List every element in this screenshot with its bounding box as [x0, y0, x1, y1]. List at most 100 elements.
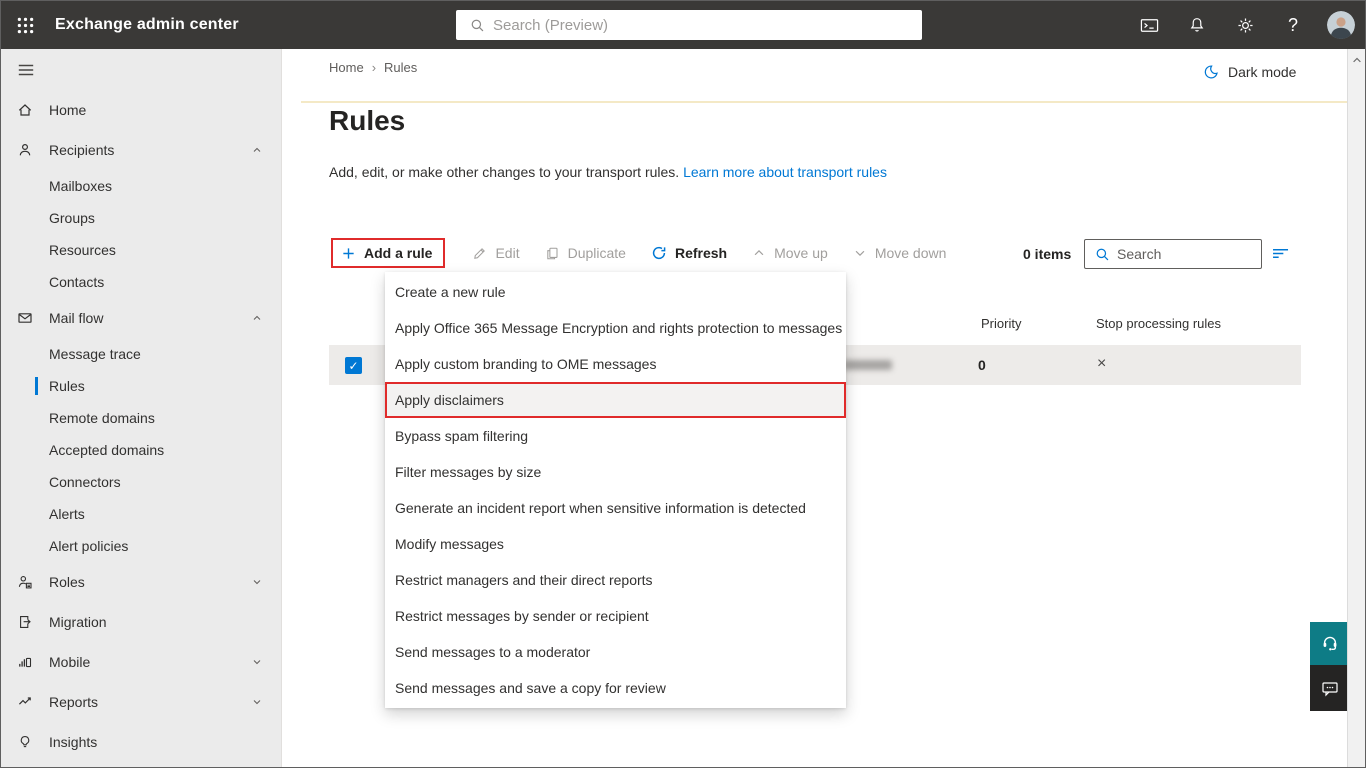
sidebar-item-contacts[interactable]: Contacts — [1, 266, 281, 298]
sidebar-item-alert-policies[interactable]: Alert policies — [1, 530, 281, 562]
page-description: Add, edit, or make other changes to your… — [329, 164, 887, 180]
rules-search-input[interactable] — [1117, 246, 1255, 262]
sidebar-item-alerts[interactable]: Alerts — [1, 498, 281, 530]
powershell-terminal-icon[interactable] — [1125, 1, 1173, 49]
app-title: Exchange admin center — [55, 16, 239, 33]
dropdown-menu-item-apply-disclaimers[interactable]: Apply disclaimers — [385, 382, 846, 418]
avatar — [1327, 11, 1355, 39]
feedback-button[interactable] — [1310, 665, 1350, 711]
dropdown-menu-item[interactable]: Modify messages — [385, 526, 846, 562]
chevron-up-icon[interactable] — [251, 312, 263, 324]
dropdown-menu-item[interactable]: Restrict managers and their direct repor… — [385, 562, 846, 598]
column-header-stop-processing: Stop processing rules — [1096, 316, 1222, 331]
move-down-button[interactable]: Move down — [853, 245, 946, 261]
sidebar-item-mail-flow[interactable]: Mail flow — [1, 298, 281, 338]
home-icon — [17, 102, 33, 118]
sidebar-item-reports[interactable]: Reports — [1, 682, 281, 722]
scrollbar-up-arrow-icon[interactable] — [1351, 54, 1363, 66]
breadcrumb: Home › Rules — [329, 60, 417, 75]
breadcrumb-separator: › — [371, 60, 377, 75]
mail-icon — [17, 310, 33, 326]
refresh-button[interactable]: Refresh — [651, 245, 727, 261]
column-header-priority: Priority — [981, 316, 1022, 331]
rules-toolbar: Add a rule Edit Duplicate Refresh Move u… — [331, 235, 946, 271]
add-rule-button[interactable]: Add a rule — [331, 238, 446, 268]
sidebar-item-mobile[interactable]: Mobile — [1, 642, 281, 682]
items-count: 0 items — [1023, 246, 1072, 262]
sidebar-item-rules[interactable]: Rules — [1, 370, 281, 402]
left-navigation: Home Recipients Mailboxes Groups Resourc… — [1, 49, 282, 767]
headset-icon — [1323, 636, 1337, 650]
copy-icon — [546, 247, 558, 259]
dropdown-menu-item[interactable]: Filter messages by size — [385, 454, 846, 490]
app-launcher-waffle-icon[interactable] — [1, 1, 49, 49]
lightbulb-icon — [17, 734, 33, 750]
sidebar-item-mailboxes[interactable]: Mailboxes — [1, 170, 281, 202]
chevron-down-icon — [855, 250, 865, 257]
top-app-bar: Exchange admin center Search (Preview) ? — [1, 1, 1365, 49]
vertical-scrollbar[interactable] — [1347, 49, 1365, 767]
dropdown-menu-item[interactable]: Create a new rule — [385, 274, 846, 310]
rules-search-box[interactable] — [1084, 239, 1262, 269]
chevron-up-icon — [754, 249, 764, 256]
chevron-down-icon[interactable] — [251, 696, 263, 708]
account-avatar[interactable] — [1317, 1, 1365, 49]
search-icon — [1096, 248, 1109, 260]
refresh-icon — [652, 246, 666, 260]
header-divider — [301, 101, 1347, 103]
feedback-chat-icon — [1322, 682, 1338, 697]
learn-more-link[interactable]: Learn more about transport rules — [683, 164, 887, 180]
sidebar-item-migration[interactable]: Migration — [1, 602, 281, 642]
exchange-admin-center-window: Exchange admin center Search (Preview) ?… — [0, 0, 1366, 768]
stop-processing-x-icon: × — [1097, 355, 1107, 372]
roles-person-badge-icon — [17, 574, 33, 590]
migration-page-arrow-icon — [17, 614, 33, 630]
chevron-down-icon[interactable] — [251, 656, 263, 668]
sidebar-item-groups[interactable]: Groups — [1, 202, 281, 234]
global-search-input[interactable] — [493, 16, 914, 34]
page-title: Rules — [329, 105, 406, 136]
sidebar-item-resources[interactable]: Resources — [1, 234, 281, 266]
search-icon — [471, 19, 484, 31]
sidebar-item-message-trace[interactable]: Message trace — [1, 338, 281, 370]
redacted-rule-name — [844, 360, 892, 370]
notifications-bell-icon[interactable] — [1173, 1, 1221, 49]
rule-priority-value: 0 — [978, 357, 986, 373]
dropdown-menu-item[interactable]: Send messages to a moderator — [385, 634, 846, 670]
pencil-icon — [474, 247, 486, 259]
dropdown-menu-item[interactable]: Apply Office 365 Message Encryption and … — [385, 310, 846, 346]
plus-icon — [343, 247, 354, 259]
sidebar-item-recipients[interactable]: Recipients — [1, 130, 281, 170]
dark-mode-toggle[interactable]: Dark mode — [1203, 64, 1296, 80]
support-button[interactable] — [1310, 622, 1350, 665]
dropdown-menu-item[interactable]: Apply custom branding to OME messages — [385, 346, 846, 382]
dropdown-menu-item[interactable]: Generate an incident report when sensiti… — [385, 490, 846, 526]
sidebar-item-roles[interactable]: Roles — [1, 562, 281, 602]
sidebar-item-remote-domains[interactable]: Remote domains — [1, 402, 281, 434]
sidebar-item-accepted-domains[interactable]: Accepted domains — [1, 434, 281, 466]
move-up-button[interactable]: Move up — [752, 245, 828, 261]
nav-collapse-hamburger-icon[interactable] — [1, 49, 281, 90]
chevron-down-icon[interactable] — [251, 576, 263, 588]
sidebar-item-home[interactable]: Home — [1, 90, 281, 130]
settings-gear-icon[interactable] — [1221, 1, 1269, 49]
reports-trend-chart-icon — [17, 694, 33, 710]
chevron-up-icon[interactable] — [251, 144, 263, 156]
topbar-actions: ? — [1125, 1, 1365, 49]
filter-lines-icon[interactable] — [1271, 246, 1291, 261]
global-search-box[interactable] — [456, 10, 922, 40]
edit-button[interactable]: Edit — [472, 245, 520, 261]
add-rule-dropdown-menu: Create a new rule Apply Office 365 Messa… — [385, 272, 846, 708]
breadcrumb-current-page: Rules — [384, 60, 418, 75]
duplicate-button[interactable]: Duplicate — [545, 245, 626, 261]
row-checkbox-checked[interactable]: ✓ — [345, 357, 362, 374]
selected-indicator — [35, 377, 38, 395]
help-icon[interactable]: ? — [1269, 1, 1317, 49]
sidebar-item-connectors[interactable]: Connectors — [1, 466, 281, 498]
dropdown-menu-item[interactable]: Restrict messages by sender or recipient — [385, 598, 846, 634]
person-icon — [17, 142, 33, 158]
breadcrumb-home-link[interactable]: Home — [329, 60, 364, 75]
dropdown-menu-item[interactable]: Send messages and save a copy for review — [385, 670, 846, 706]
dropdown-menu-item[interactable]: Bypass spam filtering — [385, 418, 846, 454]
sidebar-item-insights[interactable]: Insights — [1, 722, 281, 762]
